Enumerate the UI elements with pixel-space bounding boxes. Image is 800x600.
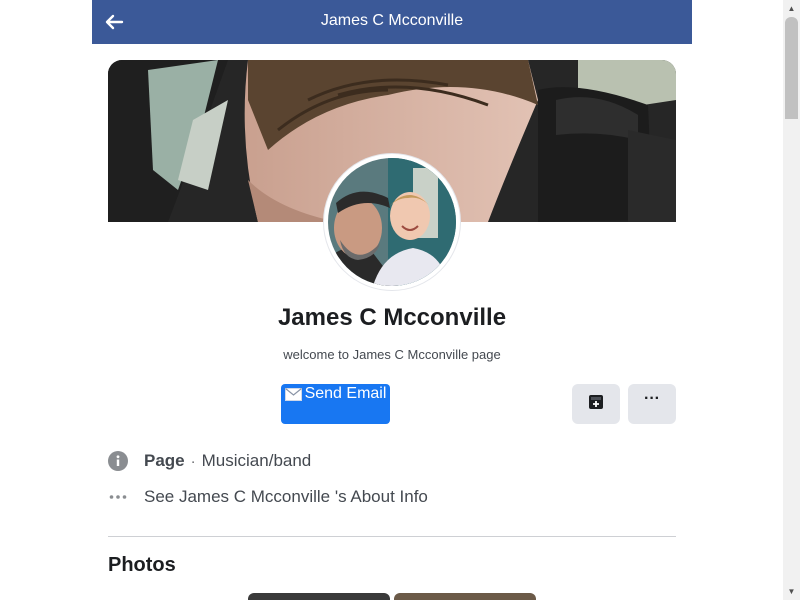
- envelope-icon: [284, 387, 302, 401]
- send-email-button[interactable]: Send Email: [281, 384, 390, 424]
- photos-section-title: Photos: [108, 554, 176, 576]
- scrollbar-thumb[interactable]: [785, 17, 798, 119]
- profile-picture[interactable]: [324, 154, 460, 290]
- profile-name: James C Mcconville: [277, 304, 507, 331]
- profile-tagline: welcome to James C Mcconville page: [283, 347, 501, 362]
- page-category-row: Page · Musician/band: [108, 451, 311, 471]
- scroll-down-icon[interactable]: ▼: [783, 583, 800, 600]
- page-category: Musician/band: [201, 451, 312, 470]
- send-email-label: Send Email: [304, 385, 387, 402]
- page-title: James C Mcconville: [320, 12, 464, 29]
- scroll-up-icon[interactable]: ▲: [783, 0, 800, 17]
- separator: ·: [190, 452, 196, 470]
- photo-thumbnail[interactable]: [248, 593, 390, 600]
- about-info-row[interactable]: See James C Mcconville 's About Info: [108, 487, 428, 507]
- more-dots-icon: [108, 487, 128, 507]
- page-label: Page: [144, 451, 185, 470]
- more-options-button[interactable]: ···: [628, 384, 676, 424]
- top-navigation-bar: James C Mcconville: [92, 0, 692, 44]
- save-button[interactable]: [572, 384, 620, 424]
- photo-thumbnail[interactable]: [394, 593, 536, 600]
- section-divider: [108, 536, 676, 537]
- about-info-link[interactable]: See James C Mcconville 's About Info: [144, 487, 428, 507]
- info-icon: [108, 451, 128, 471]
- vertical-scrollbar[interactable]: ▲ ▼: [783, 0, 800, 600]
- more-dots-label: ···: [644, 390, 660, 407]
- save-icon: [587, 393, 605, 416]
